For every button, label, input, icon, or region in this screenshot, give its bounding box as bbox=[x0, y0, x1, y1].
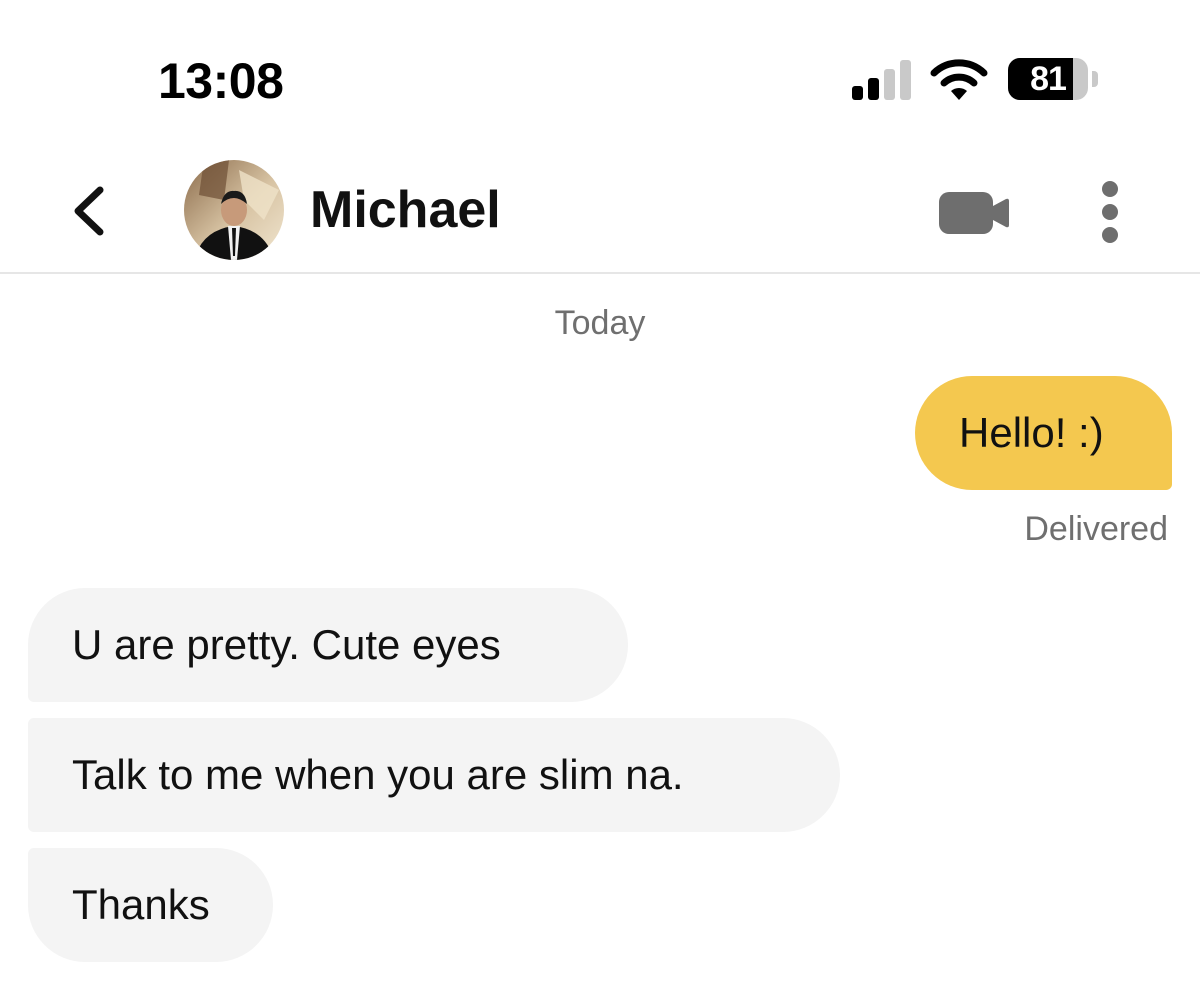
chat-header: Michael bbox=[0, 140, 1200, 274]
back-chevron-icon bbox=[74, 186, 104, 236]
avatar-photo bbox=[184, 160, 284, 260]
incoming-message[interactable]: U are pretty. Cute eyes bbox=[28, 588, 628, 702]
more-vertical-icon bbox=[1102, 181, 1118, 243]
status-time: 13:08 bbox=[158, 53, 284, 109]
status-bar: 13:08 81 bbox=[0, 0, 1200, 130]
wifi-icon bbox=[930, 59, 988, 100]
contact-name[interactable]: Michael bbox=[310, 180, 501, 240]
back-button[interactable] bbox=[58, 176, 118, 246]
battery-icon: 81 bbox=[1008, 58, 1100, 102]
avatar[interactable] bbox=[184, 160, 284, 260]
video-camera-icon bbox=[939, 192, 1009, 234]
incoming-message[interactable]: Talk to me when you are slim na. bbox=[28, 718, 840, 832]
date-divider: Today bbox=[554, 304, 646, 342]
video-call-button[interactable] bbox=[935, 188, 1015, 238]
more-options-button[interactable] bbox=[1090, 180, 1130, 244]
battery-body: 81 bbox=[1008, 58, 1088, 100]
signal-icon bbox=[852, 60, 911, 100]
battery-level: 81 bbox=[1030, 60, 1067, 98]
delivery-status: Delivered bbox=[1024, 510, 1168, 548]
outgoing-message[interactable]: Hello! :) bbox=[915, 376, 1172, 490]
battery-cap bbox=[1092, 71, 1098, 87]
incoming-message[interactable]: Thanks bbox=[28, 848, 273, 962]
